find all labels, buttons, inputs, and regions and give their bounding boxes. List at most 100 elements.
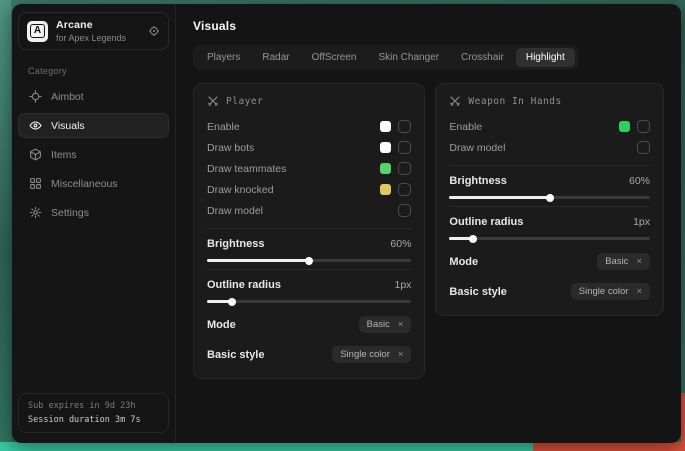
checkbox-draw-knocked[interactable]: [398, 183, 411, 196]
toggle-row-enable: Enable: [207, 116, 411, 137]
app-name: Arcane: [56, 19, 140, 31]
chip-single-color[interactable]: Single color ×: [332, 346, 411, 363]
slider-head: Outline radius 1px: [449, 216, 650, 228]
toggle-label: Enable: [207, 121, 380, 133]
checkbox-draw-bots[interactable]: [398, 141, 411, 154]
select-row-mode: Mode Basic ×: [207, 316, 411, 333]
tab-offscreen[interactable]: OffScreen: [302, 48, 367, 67]
slider-thumb[interactable]: [546, 194, 554, 202]
toggle-label: Draw teammates: [207, 163, 380, 175]
sidebar-item-visuals[interactable]: Visuals: [18, 113, 169, 138]
backdrop-orange-edge: [681, 393, 685, 443]
checkbox-enable[interactable]: [398, 120, 411, 133]
brand-card: A Arcane for Apex Legends: [18, 12, 169, 50]
color-swatch[interactable]: [380, 121, 391, 132]
sidebar-item-label: Visuals: [51, 120, 85, 132]
subscription-card: Sub expires in 9d 23h Session duration 3…: [18, 393, 169, 433]
chip-label: Single color: [579, 286, 629, 297]
slider-brightness: Brightness 60%: [449, 165, 650, 199]
toggle-row-draw-model: Draw model: [449, 137, 650, 158]
slider-track[interactable]: [449, 237, 650, 240]
checkbox-draw-teammates[interactable]: [398, 162, 411, 175]
slider-fill: [449, 196, 549, 199]
slider-outline-radius: Outline radius 1px: [449, 206, 650, 240]
slider-thumb[interactable]: [228, 298, 236, 306]
swords-icon: [207, 95, 219, 107]
panel-header: Weapon In Hands: [449, 95, 650, 107]
chip-label: Basic: [605, 256, 628, 267]
app-subtitle: for Apex Legends: [56, 33, 140, 43]
tab-players[interactable]: Players: [197, 48, 250, 67]
select-label: Mode: [449, 256, 478, 268]
backdrop-left-band: [0, 0, 11, 451]
slider-label: Brightness: [207, 238, 264, 250]
checkbox-enable[interactable]: [637, 120, 650, 133]
sub-expiry-text: Sub expires in 9d 23h: [28, 401, 159, 411]
chip-remove-icon[interactable]: ×: [398, 350, 404, 360]
panel-title: Player: [226, 96, 263, 107]
chip-remove-icon[interactable]: ×: [398, 320, 404, 330]
checkbox-draw-model[interactable]: [398, 204, 411, 217]
color-swatch[interactable]: [380, 142, 391, 153]
slider-label: Outline radius: [449, 216, 523, 228]
sidebar-item-settings[interactable]: Settings: [18, 200, 169, 225]
slider-brightness: Brightness60%: [207, 228, 411, 262]
sidebar-item-label: Settings: [51, 207, 89, 219]
sidebar-item-items[interactable]: Items: [18, 142, 169, 167]
panel-player: Player Enable Draw bots Draw teammates Draw …: [193, 83, 425, 379]
panel-title: Weapon In Hands: [468, 96, 561, 107]
target-icon[interactable]: [148, 25, 160, 37]
slider-track[interactable]: [207, 300, 411, 303]
backdrop-orange-block: [533, 442, 685, 451]
chip-label: Basic: [367, 319, 390, 330]
slider-label: Outline radius: [207, 279, 281, 291]
chip-basic[interactable]: Basic ×: [597, 253, 650, 270]
sidebar-item-aimbot[interactable]: Aimbot: [18, 84, 169, 109]
grid-icon: [29, 177, 42, 190]
slider-track[interactable]: [207, 259, 411, 262]
color-swatch[interactable]: [380, 163, 391, 174]
slider-value: 1px: [633, 216, 650, 228]
chip-label: Single color: [340, 349, 390, 360]
chip-single-color[interactable]: Single color ×: [571, 283, 650, 300]
select-label: Mode: [207, 319, 236, 331]
sidebar-item-label: Miscellaneous: [51, 178, 118, 190]
toggle-label: Draw knocked: [207, 184, 380, 196]
toggle-label: Enable: [449, 121, 619, 133]
chip-remove-icon[interactable]: ×: [636, 287, 642, 297]
tab-radar[interactable]: Radar: [252, 48, 299, 67]
toggle-row-draw-model: Draw model: [207, 200, 411, 221]
toggle-label: Draw model: [207, 205, 398, 217]
crosshair-icon: [29, 90, 42, 103]
chip-remove-icon[interactable]: ×: [636, 257, 642, 267]
panel-header: Player: [207, 95, 411, 107]
color-swatch[interactable]: [619, 121, 630, 132]
tab-crosshair[interactable]: Crosshair: [451, 48, 514, 67]
select-row-mode: Mode Basic ×: [449, 253, 650, 270]
sidebar-spacer: [18, 225, 169, 393]
checkbox-draw-model[interactable]: [637, 141, 650, 154]
app-logo: A: [27, 21, 48, 42]
brand-text: Arcane for Apex Legends: [56, 19, 140, 43]
slider-head: Brightness 60%: [449, 175, 650, 187]
toggle-row-draw-knocked: Draw knocked: [207, 179, 411, 200]
slider-value: 60%: [629, 175, 650, 187]
sidebar-item-miscellaneous[interactable]: Miscellaneous: [18, 171, 169, 196]
tab-skin-changer[interactable]: Skin Changer: [368, 48, 449, 67]
panels-container: Player Enable Draw bots Draw teammates Draw …: [193, 83, 664, 379]
chip-basic[interactable]: Basic ×: [359, 316, 412, 333]
slider-fill: [207, 259, 309, 262]
swords-icon: [449, 95, 461, 107]
slider-value: 1px: [394, 279, 411, 291]
tab-bar: PlayersRadarOffScreenSkin ChangerCrossha…: [193, 45, 579, 70]
box-icon: [29, 148, 42, 161]
toggle-label: Draw bots: [207, 142, 380, 154]
sidebar-item-label: Items: [51, 149, 77, 161]
slider-track[interactable]: [449, 196, 650, 199]
tab-highlight[interactable]: Highlight: [516, 48, 575, 67]
slider-thumb[interactable]: [305, 257, 313, 265]
slider-thumb[interactable]: [469, 235, 477, 243]
color-swatch[interactable]: [380, 184, 391, 195]
slider-label: Brightness: [449, 175, 506, 187]
select-label: Basic style: [449, 286, 506, 298]
